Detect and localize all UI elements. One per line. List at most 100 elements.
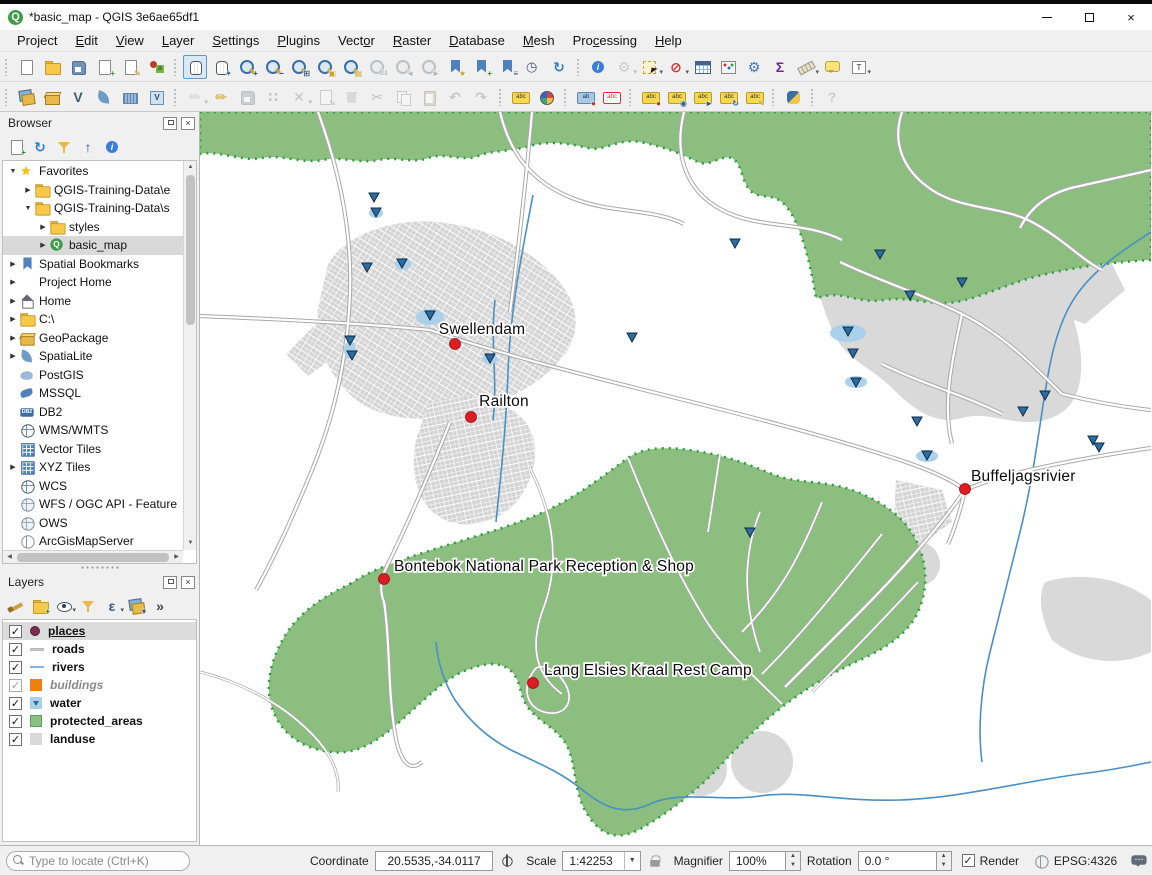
rotation-spinbox[interactable]: 0.0 ° ▲▼	[858, 851, 952, 871]
zoom-last-button[interactable]: ◄	[391, 55, 415, 79]
expander-icon[interactable]: ▶	[7, 315, 19, 323]
browser-item-qgis-training-data-s[interactable]: ▼QGIS-Training-Data\s	[3, 199, 183, 218]
zoom-native-button[interactable]: 1:1	[365, 55, 389, 79]
extents-toggle-icon[interactable]	[500, 853, 514, 868]
move-label-button[interactable]: ►	[690, 85, 714, 109]
menu-raster[interactable]: Raster	[384, 31, 440, 50]
show-unplaced-labels-button[interactable]	[599, 85, 623, 109]
layer-checkbox-rivers[interactable]: ✓	[9, 661, 22, 674]
rotation-up-icon[interactable]: ▲	[937, 852, 951, 861]
layer-item-protected_areas[interactable]: ✓protected_areas	[3, 712, 196, 730]
browser-item-db2[interactable]: DB2	[3, 403, 183, 422]
scroll-right-icon[interactable]: ▶	[170, 551, 183, 564]
browser-close-icon[interactable]: ×	[181, 117, 195, 130]
scale-dropdown-icon[interactable]: ▼	[624, 852, 640, 870]
browser-item-ows[interactable]: OWS	[3, 514, 183, 533]
menu-vector[interactable]: Vector	[329, 31, 384, 50]
filter-by-expression-button[interactable]: ε▾	[101, 595, 123, 617]
toolbar-grip[interactable]	[563, 88, 568, 106]
menu-database[interactable]: Database	[440, 31, 514, 50]
help-contents-button[interactable]: ?	[820, 85, 844, 109]
copy-features-button[interactable]	[391, 85, 415, 109]
temporal-controller-button[interactable]	[521, 55, 545, 79]
refresh-browser-button[interactable]: ↻	[29, 136, 51, 158]
menu-view[interactable]: View	[107, 31, 153, 50]
add-feature-button[interactable]: ∷	[261, 85, 285, 109]
new-temporary-scratch-layer-button[interactable]	[118, 85, 142, 109]
identify-features-button[interactable]	[586, 55, 610, 79]
measure-line-button[interactable]: ▾	[794, 55, 818, 79]
layer-diagram-options-button[interactable]	[534, 85, 558, 109]
save-project-button[interactable]	[66, 55, 90, 79]
toolbar-grip[interactable]	[173, 58, 178, 76]
new-print-layout-button[interactable]: +	[92, 55, 116, 79]
redo-button[interactable]: ↷	[469, 85, 493, 109]
expander-icon[interactable]: ▼	[22, 205, 34, 212]
new-spatial-bookmark-button[interactable]: ★	[443, 55, 467, 79]
layer-checkbox-places[interactable]: ✓	[9, 625, 22, 638]
rotation-down-icon[interactable]: ▼	[937, 861, 951, 870]
menu-project[interactable]: Project	[8, 31, 66, 50]
show-layout-manager-button[interactable]: ✎	[118, 55, 142, 79]
open-project-button[interactable]	[40, 55, 64, 79]
zoom-in-button[interactable]: +	[235, 55, 259, 79]
browser-item-vector-tiles[interactable]: Vector Tiles	[3, 440, 183, 459]
layer-item-rivers[interactable]: ✓rivers	[3, 658, 196, 676]
browser-item-xyz-tiles[interactable]: ▶XYZ Tiles	[3, 458, 183, 477]
expander-icon[interactable]: ▶	[7, 334, 19, 342]
zoom-out-button[interactable]: −	[261, 55, 285, 79]
toolbar-grip[interactable]	[4, 58, 9, 76]
new-virtual-layer-button[interactable]	[144, 85, 168, 109]
zoom-to-layer-button[interactable]: ▤	[339, 55, 363, 79]
new-shapefile-layer-button[interactable]: V	[66, 85, 90, 109]
maximize-button[interactable]	[1068, 4, 1110, 30]
layer-checkbox-roads[interactable]: ✓	[9, 643, 22, 656]
layer-item-landuse[interactable]: ✓landuse	[3, 730, 196, 748]
show-hide-labels-button[interactable]: ◉	[664, 85, 688, 109]
pin-unpin-labels-button[interactable]: ●	[638, 85, 662, 109]
save-layer-edits-button[interactable]	[235, 85, 259, 109]
layer-checkbox-protected_areas[interactable]: ✓	[9, 715, 22, 728]
close-button[interactable]: ×	[1110, 4, 1152, 30]
magnifier-up-icon[interactable]: ▲	[786, 852, 800, 861]
expander-icon[interactable]: ▶	[7, 260, 19, 268]
locator-input[interactable]	[29, 854, 189, 868]
menu-mesh[interactable]: Mesh	[514, 31, 564, 50]
new-geopackage-layer-button[interactable]	[40, 85, 64, 109]
browser-horizontal-scrollbar[interactable]: ◀ ▶	[3, 550, 183, 563]
zoom-next-button[interactable]: ►	[417, 55, 441, 79]
expander-icon[interactable]: ▶	[22, 186, 34, 194]
toolbar-grip[interactable]	[628, 88, 633, 106]
magnifier-spinbox[interactable]: 100% ▲▼	[729, 851, 801, 871]
new-project-button[interactable]	[14, 55, 38, 79]
filter-browser-button[interactable]	[53, 136, 75, 158]
data-source-manager-button[interactable]	[14, 85, 38, 109]
scroll-up-icon[interactable]: ▲	[184, 161, 197, 174]
show-pinned-labels-button[interactable]: ●	[573, 85, 597, 109]
locator-bar[interactable]	[6, 851, 190, 871]
layer-item-places[interactable]: ✓places	[3, 622, 196, 640]
expander-icon[interactable]: ▶	[7, 278, 19, 286]
zoom-full-button[interactable]: ⊞	[287, 55, 311, 79]
menu-layer[interactable]: Layer	[153, 31, 204, 50]
pan-to-selection-button[interactable]: ✦	[209, 55, 233, 79]
map-tips-button[interactable]	[820, 55, 844, 79]
zoom-to-selection-button[interactable]: ▣	[313, 55, 337, 79]
collapse-all-button[interactable]: ↑	[77, 136, 99, 158]
undo-button[interactable]: ↶	[443, 85, 467, 109]
open-layer-styling-panel-button[interactable]	[5, 595, 27, 617]
browser-item-basic-map[interactable]: ▶basic_map	[3, 236, 183, 255]
show-spatial-bookmarks-button[interactable]: +	[469, 55, 493, 79]
browser-vertical-scrollbar[interactable]: ▲ ▼	[183, 161, 196, 550]
browser-item-postgis[interactable]: PostGIS	[3, 366, 183, 385]
change-label-button[interactable]: ✎	[742, 85, 766, 109]
browser-item-mssql[interactable]: MSSQL	[3, 384, 183, 403]
browser-item-arcgismapserver[interactable]: ArcGisMapServer	[3, 532, 183, 550]
layer-labeling-options-button[interactable]	[508, 85, 532, 109]
cut-features-button[interactable]: ✂	[365, 85, 389, 109]
vertex-tool-button[interactable]: ✕▾	[287, 85, 311, 109]
toolbar-grip[interactable]	[576, 58, 581, 76]
filter-legend-button[interactable]	[77, 595, 99, 617]
delete-selected-button[interactable]	[339, 85, 363, 109]
browser-item-wfs-ogc-api-feature[interactable]: WFS / OGC API - Feature	[3, 495, 183, 514]
